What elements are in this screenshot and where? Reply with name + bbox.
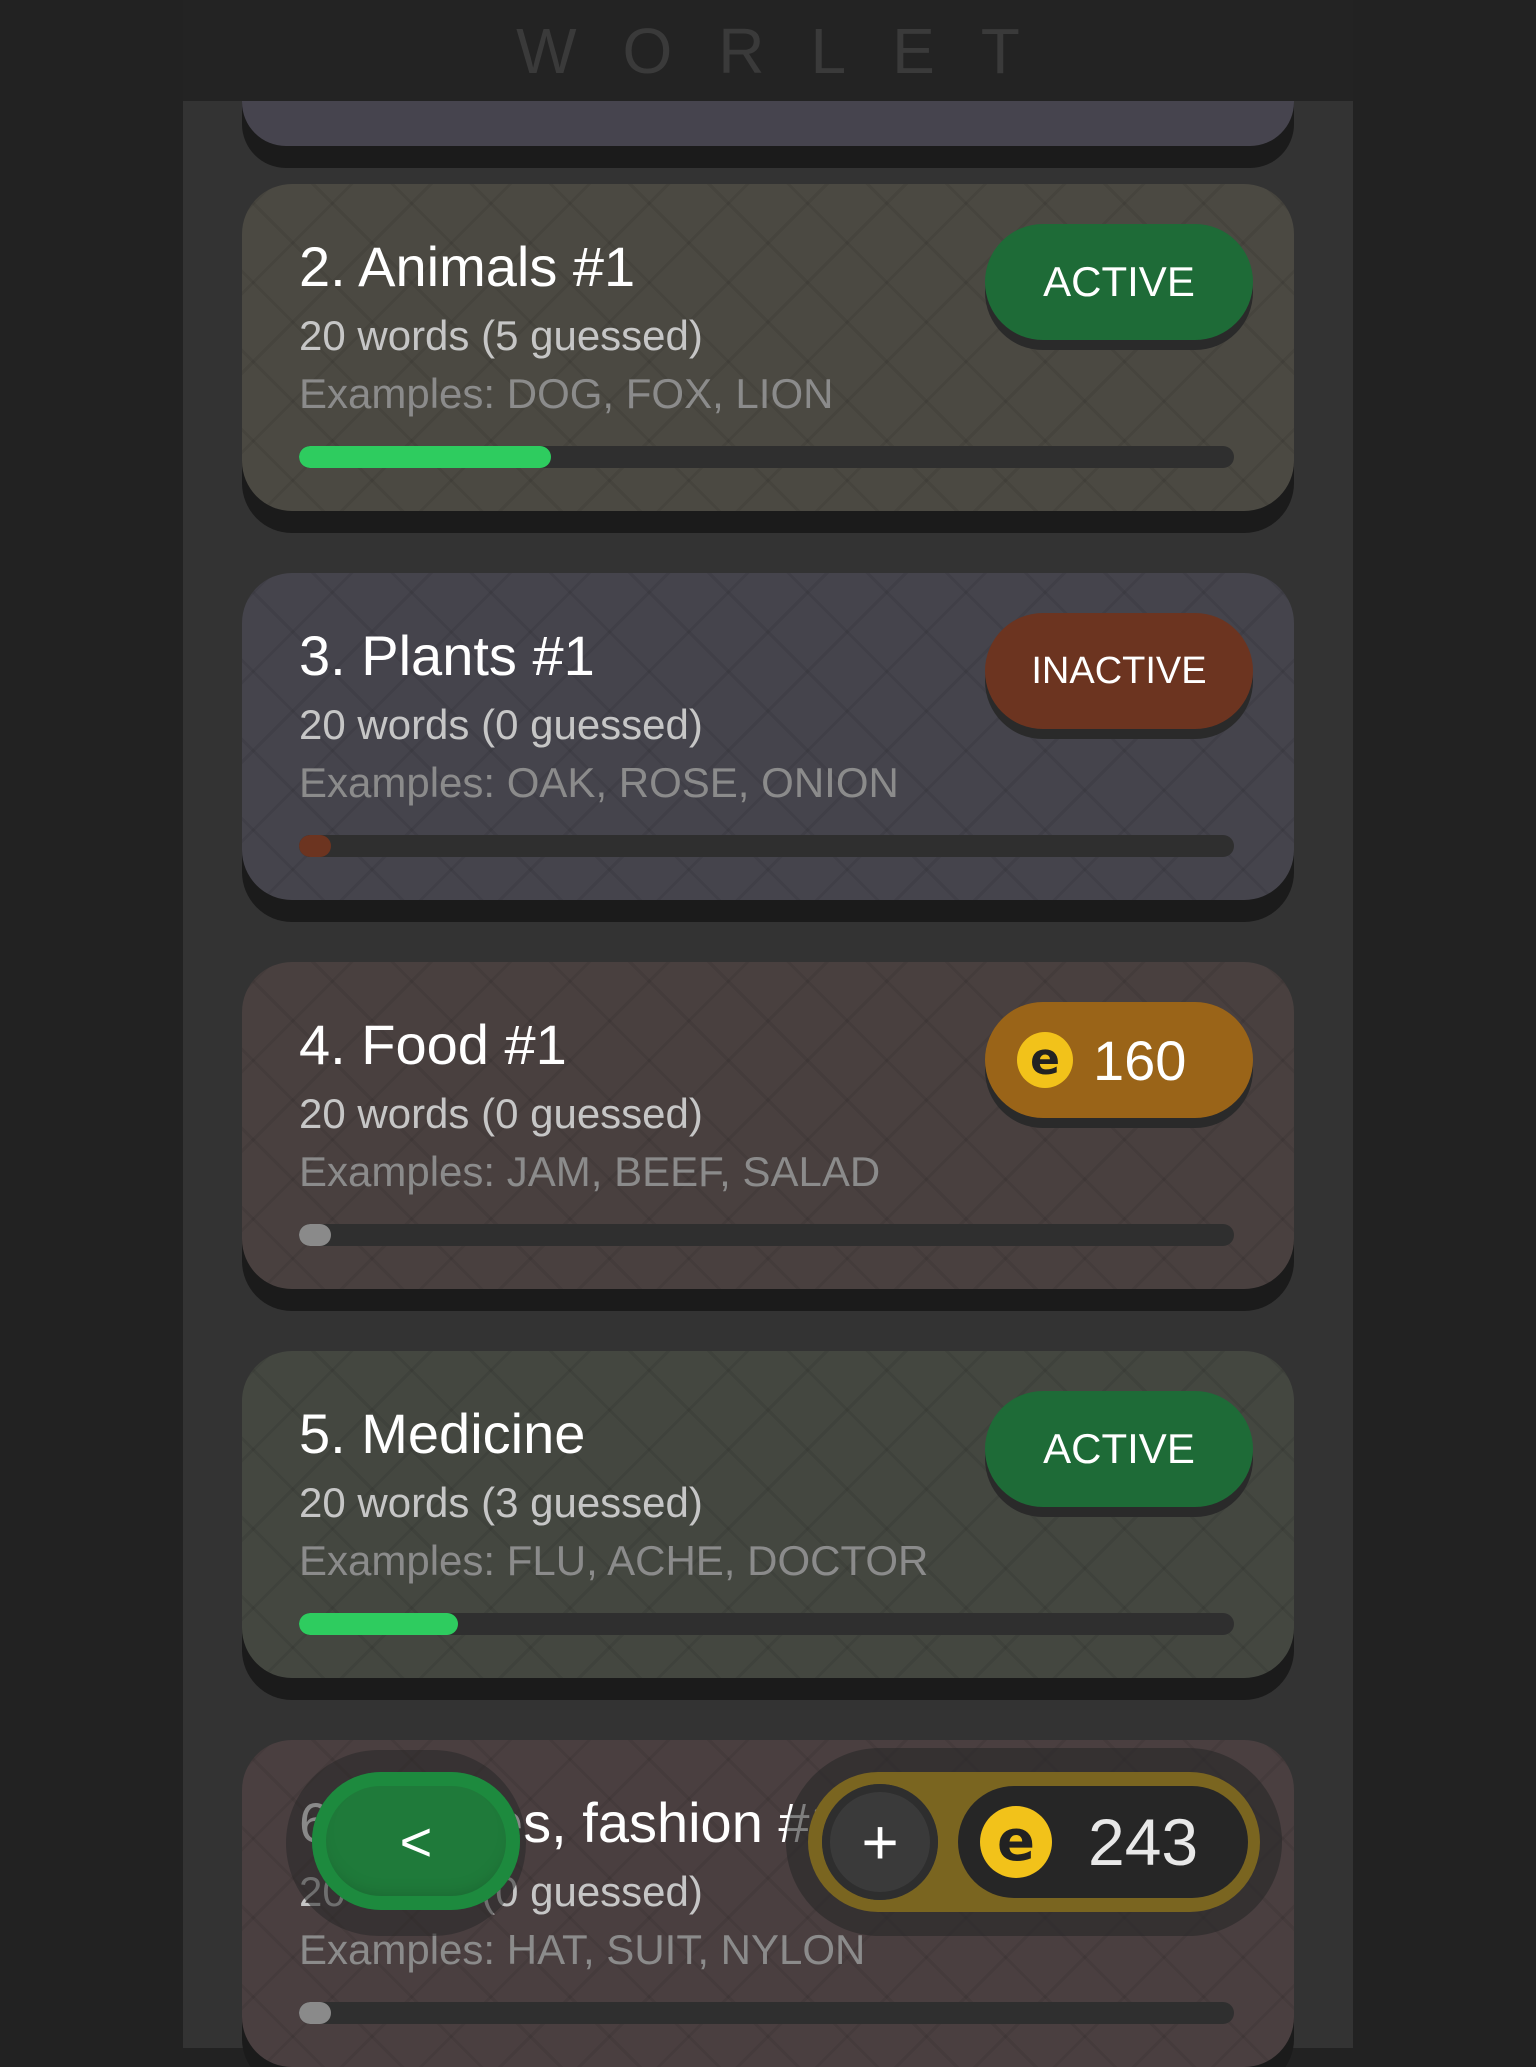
progress-fill [299, 835, 331, 857]
progress-bar [299, 1224, 1234, 1246]
category-title: 5. Medicine [299, 1402, 586, 1465]
category-card[interactable]: 5. Medicine 20 words (3 guessed) Example… [242, 1351, 1294, 1678]
progress-fill [299, 1613, 458, 1635]
buy-category-button[interactable]: e 160 [985, 1002, 1253, 1118]
category-card[interactable]: 4. Food #1 20 words (0 guessed) Examples… [242, 962, 1294, 1289]
back-icon: < [399, 1809, 433, 1873]
status-toggle-button[interactable]: ACTIVE [985, 1391, 1253, 1507]
category-word-count: 20 words (0 guessed) [299, 701, 703, 748]
category-card[interactable]: 3. Plants #1 20 words (0 guessed) Exampl… [242, 573, 1294, 900]
category-card[interactable]: 2. Animals #1 20 words (5 guessed) Examp… [242, 184, 1294, 511]
status-toggle-button[interactable]: INACTIVE [985, 613, 1253, 729]
add-coins-button[interactable]: + [822, 1784, 938, 1900]
category-word-count: 20 words (3 guessed) [299, 1479, 703, 1526]
coin-icon: e [980, 1806, 1052, 1878]
category-examples: Examples: OAK, ROSE, ONION [299, 759, 899, 806]
progress-bar [299, 446, 1234, 468]
status-toggle-button[interactable]: ACTIVE [985, 224, 1253, 340]
top-bar: WORLET [183, 0, 1353, 101]
category-word-count: 20 words (5 guessed) [299, 312, 703, 359]
progress-fill [299, 1224, 331, 1246]
category-title: 2. Animals #1 [299, 235, 636, 298]
back-button[interactable]: < [312, 1772, 520, 1910]
category-title: 3. Plants #1 [299, 624, 595, 687]
category-word-count: 20 words (0 guessed) [299, 1090, 703, 1137]
progress-fill [299, 2002, 331, 2024]
coin-balance: e 243 [958, 1786, 1248, 1898]
category-price: 160 [1093, 1028, 1187, 1092]
category-examples: Examples: FLU, ACHE, DOCTOR [299, 1537, 929, 1584]
category-examples: Examples: DOG, FOX, LION [299, 370, 834, 417]
category-title: 4. Food #1 [299, 1013, 567, 1076]
plus-icon: + [861, 1806, 899, 1878]
progress-bar [299, 2002, 1234, 2024]
category-examples: Examples: JAM, BEEF, SALAD [299, 1148, 881, 1195]
app-logo: WORLET [516, 14, 1066, 87]
coin-balance-value: 243 [1088, 1805, 1199, 1879]
coin-icon: e [1017, 1032, 1073, 1088]
progress-bar [299, 835, 1234, 857]
progress-bar [299, 1613, 1234, 1635]
progress-fill [299, 446, 552, 468]
